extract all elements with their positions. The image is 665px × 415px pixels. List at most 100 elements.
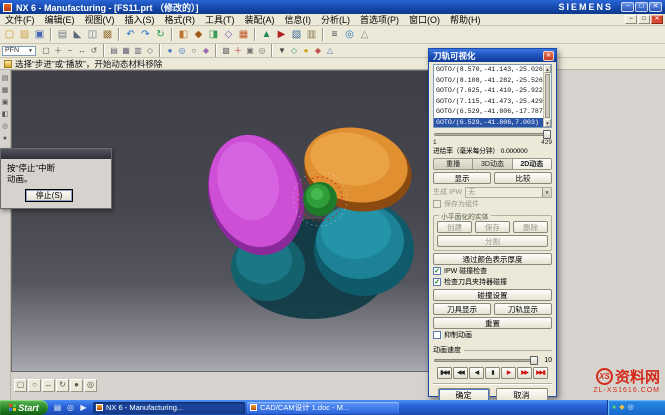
volume-tray-icon[interactable]: ◎ xyxy=(628,404,634,411)
internet-explorer-icon[interactable]: ◎ xyxy=(65,402,76,413)
graphics-viewport[interactable] xyxy=(11,70,430,372)
step-forward-button[interactable]: ▶▶ xyxy=(517,367,532,379)
antivirus-tray-icon[interactable]: ● xyxy=(612,404,616,411)
create-tool-icon[interactable]: ◆ xyxy=(191,27,206,42)
frame-slider-handle[interactable] xyxy=(543,130,551,139)
constraint-navigator-icon[interactable]: ▦ xyxy=(1,86,10,95)
rewind-button[interactable]: ◀◀ xyxy=(453,367,468,379)
redo-icon[interactable]: ↷ xyxy=(138,27,153,42)
menu-item-9[interactable]: 分析(L) xyxy=(316,13,355,26)
path-display-button[interactable]: 刀轨显示 xyxy=(494,303,552,315)
front-view-icon[interactable]: ▤ xyxy=(108,45,120,57)
goto-line-1[interactable]: GOTO/(8.570,-41.143,-25.026) xyxy=(434,65,543,76)
scroll-down-icon[interactable]: ▼ xyxy=(544,119,551,127)
save-icon[interactable]: ▣ xyxy=(32,27,47,42)
command-finder[interactable]: PFN ▼ xyxy=(2,46,36,56)
goto-list[interactable]: ▲ ▼ GOTO/(8.570,-41.143,-25.026)GOTO/(8.… xyxy=(433,64,552,128)
dialog-title-bar[interactable]: 刀轨可视化 ✕ xyxy=(429,49,556,62)
dialog-tab-2[interactable]: 3D动态 xyxy=(473,159,512,169)
update-tray-icon[interactable]: ◆ xyxy=(619,404,624,411)
shop-documentation-icon[interactable]: ▥ xyxy=(304,27,319,42)
frame-slider[interactable] xyxy=(433,130,552,139)
reset-button[interactable]: 重置 xyxy=(433,317,552,329)
shaded-edges-view-icon[interactable]: ◎ xyxy=(176,45,188,57)
menu-item-6[interactable]: 工具(T) xyxy=(200,13,240,26)
reuse-library-icon[interactable]: ◧ xyxy=(1,110,10,119)
menu-item-4[interactable]: 插入(S) xyxy=(120,13,160,26)
shaded-view-icon[interactable]: ● xyxy=(164,45,176,57)
taskbar-task-2[interactable]: CAD/CAM设计 1.doc - M... xyxy=(247,402,399,414)
menu-item-12[interactable]: 帮助(H) xyxy=(445,13,486,26)
wireframe-view-icon[interactable]: ○ xyxy=(188,45,200,57)
isometric-view-icon[interactable]: ◇ xyxy=(144,45,156,57)
print-icon[interactable]: ▤ xyxy=(55,27,70,42)
history-palette-icon[interactable]: ◎ xyxy=(1,122,10,131)
toolpath-list-icon[interactable]: ≡ xyxy=(327,27,342,42)
taskbar-task-1[interactable]: NX 6 - Manufacturing... xyxy=(93,402,245,414)
goto-line-6[interactable]: GOTO/(6.529,-41.806,7.003) xyxy=(434,118,543,129)
doc-restore-icon[interactable]: □ xyxy=(638,15,650,24)
snap-point-icon[interactable]: ◇ xyxy=(288,45,300,57)
go-to-end-button[interactable]: ▶▶▮ xyxy=(533,367,548,379)
shaded-small-icon[interactable]: ● xyxy=(70,379,83,392)
facet-button-3[interactable]: 删除 xyxy=(513,221,548,233)
part-navigator-icon[interactable]: ▣ xyxy=(1,98,10,107)
new-file-icon[interactable]: ▢ xyxy=(2,27,17,42)
studio-view-icon[interactable]: ◆ xyxy=(200,45,212,57)
thickness-by-color-button[interactable]: 通过颜色表示厚度 xyxy=(433,253,552,265)
compare-button[interactable]: 比较 xyxy=(494,172,552,184)
dialog-tab-1[interactable]: 重播 xyxy=(434,159,473,169)
menu-item-10[interactable]: 首选项(P) xyxy=(355,13,404,26)
create-geometry-icon[interactable]: ◨ xyxy=(206,27,221,42)
show-hide-icon[interactable]: ◎ xyxy=(256,45,268,57)
roles-palette-icon[interactable]: ● xyxy=(1,134,10,143)
postprocess-icon[interactable]: ▧ xyxy=(289,27,304,42)
start-button[interactable]: Start xyxy=(0,400,48,415)
step-back-button[interactable]: ◀ xyxy=(469,367,484,379)
facet-button-2[interactable]: 保存 xyxy=(475,221,510,233)
midpoint-snap-icon[interactable]: △ xyxy=(324,45,336,57)
split-button[interactable]: 分割 xyxy=(437,235,548,247)
measure-icon[interactable]: △ xyxy=(357,27,372,42)
pan-small-icon[interactable]: ↔ xyxy=(42,379,55,392)
tool-display-button[interactable]: 刀具显示 xyxy=(433,303,491,315)
machine-simulation-icon[interactable]: ◎ xyxy=(342,27,357,42)
save-component-checkbox[interactable]: ✓ xyxy=(433,200,441,208)
play-button[interactable]: ▶ xyxy=(501,367,516,379)
generate-toolpath-icon[interactable]: ▲ xyxy=(259,27,274,42)
show-button[interactable]: 显示 xyxy=(433,172,491,184)
doc-minimize-icon[interactable]: − xyxy=(625,15,637,24)
fit-view-small-icon[interactable]: ▢ xyxy=(14,379,27,392)
refresh-icon[interactable]: ↻ xyxy=(153,27,168,42)
goto-line-2[interactable]: GOTO/(8.108,-41.282,-25.526) xyxy=(434,76,543,87)
create-program-icon[interactable]: ◧ xyxy=(176,27,191,42)
dialog-close-icon[interactable]: ✕ xyxy=(543,51,554,61)
goto-line-4[interactable]: GOTO/(7.115,-41.473,-25.429) xyxy=(434,97,543,108)
generate-ipw-dropdown[interactable]: 无 ▼ xyxy=(465,187,552,198)
rotate-small-icon[interactable]: ↻ xyxy=(56,379,69,392)
scrollbar-thumb[interactable] xyxy=(545,74,550,118)
undo-icon[interactable]: ↶ xyxy=(123,27,138,42)
collision-settings-button[interactable]: 碰撞设置 xyxy=(433,289,552,301)
menu-item-7[interactable]: 装配(A) xyxy=(240,13,280,26)
zoom-in-icon[interactable]: ＋ xyxy=(52,45,64,57)
holder-collision-checkbox[interactable]: ✓ xyxy=(433,278,441,286)
create-method-icon[interactable]: ◇ xyxy=(221,27,236,42)
zoom-small-icon[interactable]: ○ xyxy=(28,379,41,392)
create-operation-icon[interactable]: ▦ xyxy=(236,27,251,42)
ipw-collision-checkbox[interactable]: ✓ xyxy=(433,267,441,275)
animation-speed-slider[interactable] xyxy=(433,356,539,365)
layer-settings-icon[interactable]: ▩ xyxy=(220,45,232,57)
fit-view-icon[interactable]: ▢ xyxy=(40,45,52,57)
minimize-icon[interactable]: − xyxy=(621,2,634,12)
copy-icon[interactable]: ◫ xyxy=(85,27,100,42)
dialog-tab-3[interactable]: 2D动态 xyxy=(513,159,551,169)
menu-item-3[interactable]: 视图(V) xyxy=(80,13,120,26)
menu-item-8[interactable]: 信息(I) xyxy=(280,13,317,26)
suppress-animation-checkbox[interactable]: ✓ xyxy=(433,331,441,339)
rotate-view-icon[interactable]: ↺ xyxy=(88,45,100,57)
menu-item-5[interactable]: 格式(R) xyxy=(160,13,201,26)
zoom-out-icon[interactable]: − xyxy=(64,45,76,57)
top-view-icon[interactable]: ▦ xyxy=(120,45,132,57)
menu-item-11[interactable]: 窗口(O) xyxy=(404,13,445,26)
